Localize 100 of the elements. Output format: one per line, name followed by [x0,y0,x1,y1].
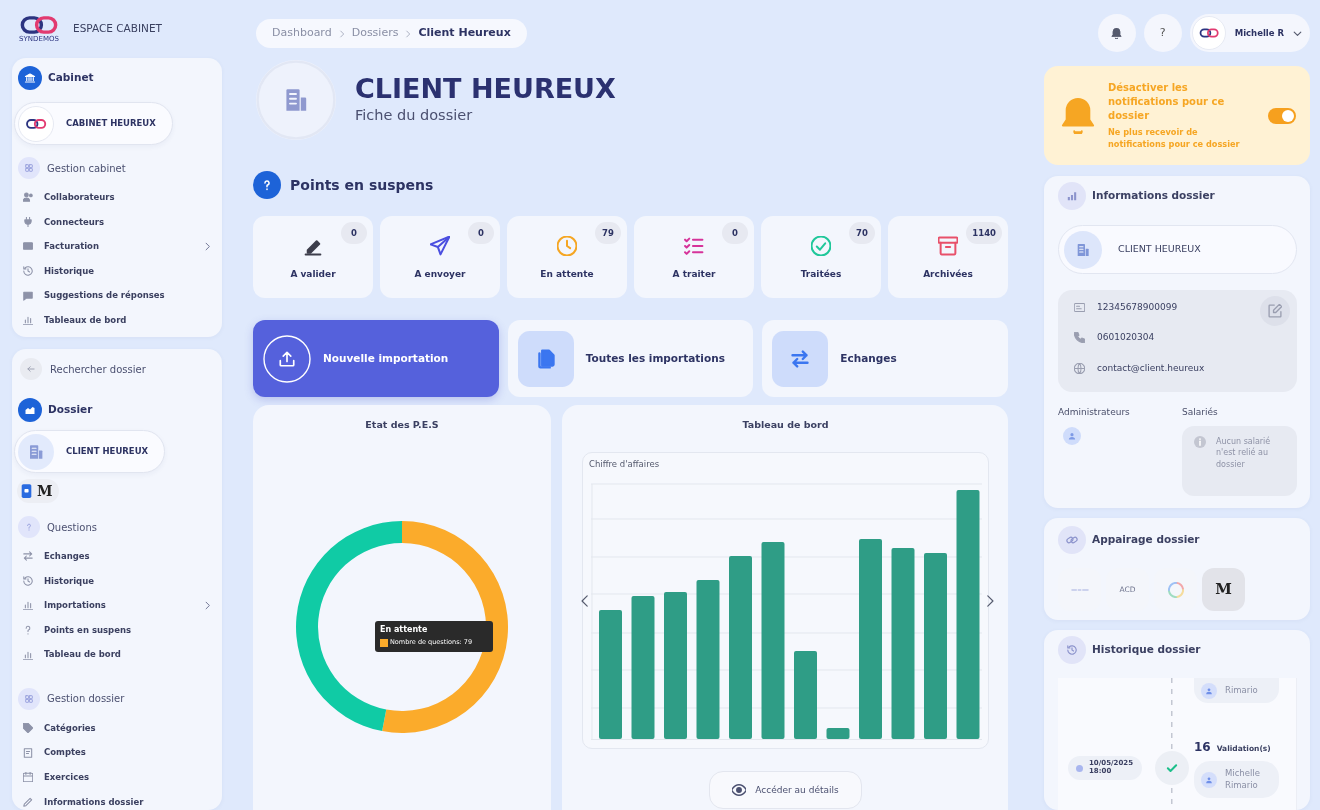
logo-icon [1070,587,1089,592]
bar-chart-icon [23,649,33,660]
tooltip-title: En attente [380,624,429,636]
bar-chart-icon [23,600,33,611]
action-button[interactable]: Toutes les importations [507,320,754,397]
sidebar-item[interactable]: Connecteurs [18,209,216,235]
bar-chart-icon [23,315,33,326]
status-card[interactable]: 0 A valider [253,216,373,298]
sidebar-item[interactable]: Points en suspens [18,617,216,643]
sidebar-item[interactable]: Catégories [18,715,216,741]
building-icon [18,433,54,470]
upload-icon [263,334,311,383]
panel-title: Informations dossier [1092,188,1215,204]
page-title: CLIENT HEUREUX [355,73,616,105]
grid-icon [18,157,40,179]
legend-swatch-icon [380,638,388,647]
user-menu[interactable]: Michelle R [1189,14,1310,52]
phone-icon [1074,332,1085,344]
section-heading: Points en suspens [290,175,434,195]
breadcrumb-current: Client Heureux [418,25,511,42]
contact-value: 12345678900099 [1097,300,1178,314]
software-logo: M [1215,579,1232,601]
dot-icon [1076,764,1083,772]
action-button[interactable]: Echanges [762,320,1008,397]
chevron-right-icon [203,242,212,251]
building-icon [256,60,336,140]
people-icon [23,192,33,203]
history-icon [23,266,33,277]
edit-icon [1268,304,1282,318]
link-icon [1058,526,1086,554]
sidebar-item[interactable]: Exercices [18,765,216,790]
status-card[interactable]: 79 En attente [507,216,627,298]
avatar-icon [1201,771,1217,788]
edit-button[interactable] [1260,296,1290,326]
pencil-icon [23,797,33,808]
software-logo: M [37,484,53,498]
question-icon [23,625,33,636]
id-card-icon [1074,301,1085,313]
back-link[interactable]: Rechercher dossier [18,358,216,380]
notification-text: Ne plus recevoir de notifications pour ce dossier [1108,125,1241,151]
status-card[interactable]: 70 Traitées [761,216,881,298]
user-name: Michelle Rimario [1225,768,1261,791]
plug-icon [23,216,33,227]
grid-icon [18,687,40,710]
notification-title: Désactiver les notifications pour ce dossier [1108,80,1226,123]
building-icon [1064,230,1102,269]
client-name: CLIENT HEUREUX [1118,242,1201,257]
notifications-button[interactable] [1097,14,1136,52]
chevron-right-icon [404,29,413,38]
history-icon [23,575,33,586]
event-count: 16 [1194,739,1211,756]
check-icon [1155,751,1189,785]
sidebar-item[interactable]: Comptes [18,740,216,766]
question-icon [253,171,281,199]
avatar-icon [1201,682,1217,699]
notifications-toggle[interactable] [1268,107,1296,124]
section-title: Questions [47,520,97,535]
action-button[interactable]: Nouvelle importation [253,320,499,397]
card-icon [23,241,33,252]
sidebar-item[interactable]: Suggestions de réponses [18,283,216,308]
count-badge: 79 [595,222,621,244]
globe-icon [1074,362,1085,374]
chevron-down-icon [1293,28,1302,38]
sidebar-item[interactable]: Historique [18,568,216,594]
contact-value: contact@client.heureux [1097,361,1205,375]
sidebar-item[interactable]: Tableaux de bord [18,307,216,333]
count-badge: 0 [341,222,367,244]
empty-message: Aucun salarié n'est relié au dossier [1216,435,1272,471]
calendar-icon [23,772,33,783]
pairing-tile[interactable]: M [1202,568,1245,611]
sidebar-item[interactable]: Historique [18,258,216,284]
contact-value: 0601020304 [1097,331,1155,344]
status-card[interactable]: 0 A traiter [634,216,754,298]
sidebar-item[interactable]: Informations dossier [18,789,216,810]
count-badge: 1140 [966,222,1002,244]
logo-icon [20,15,58,35]
app-icon [21,484,32,498]
cabinet-selector[interactable]: CABINET HEUREUX [14,102,173,145]
status-card[interactable]: 0 A envoyer [380,216,500,298]
info-icon [1194,435,1206,448]
help-button[interactable]: ? [1143,14,1182,52]
panel-title: Cabinet [48,70,94,86]
client-selector[interactable]: CLIENT HEUREUX [14,430,166,473]
arrow-left-icon [20,358,42,380]
chart-title: Etat des P.E.S [365,418,439,432]
bell-icon [1111,27,1123,39]
details-button[interactable]: Accéder au détails [709,771,862,810]
area-chart-icon [18,398,42,422]
sidebar-item[interactable]: Importations [18,593,216,618]
sidebar-item[interactable]: Echanges [18,544,216,569]
sidebar-item[interactable]: Collaborateurs [18,185,216,210]
sidebar-item[interactable]: Facturation [18,234,216,259]
eye-icon [732,783,747,798]
panel-title: Historique dossier [1092,642,1201,658]
tag-icon [23,723,33,734]
status-card[interactable]: 1140 Archivées [888,216,1008,298]
field-label: Salariés [1182,406,1219,419]
app-title: ESPACE CABINET [73,21,162,37]
sidebar-item[interactable]: Tableau de bord [18,642,216,667]
history-icon [1058,636,1086,664]
